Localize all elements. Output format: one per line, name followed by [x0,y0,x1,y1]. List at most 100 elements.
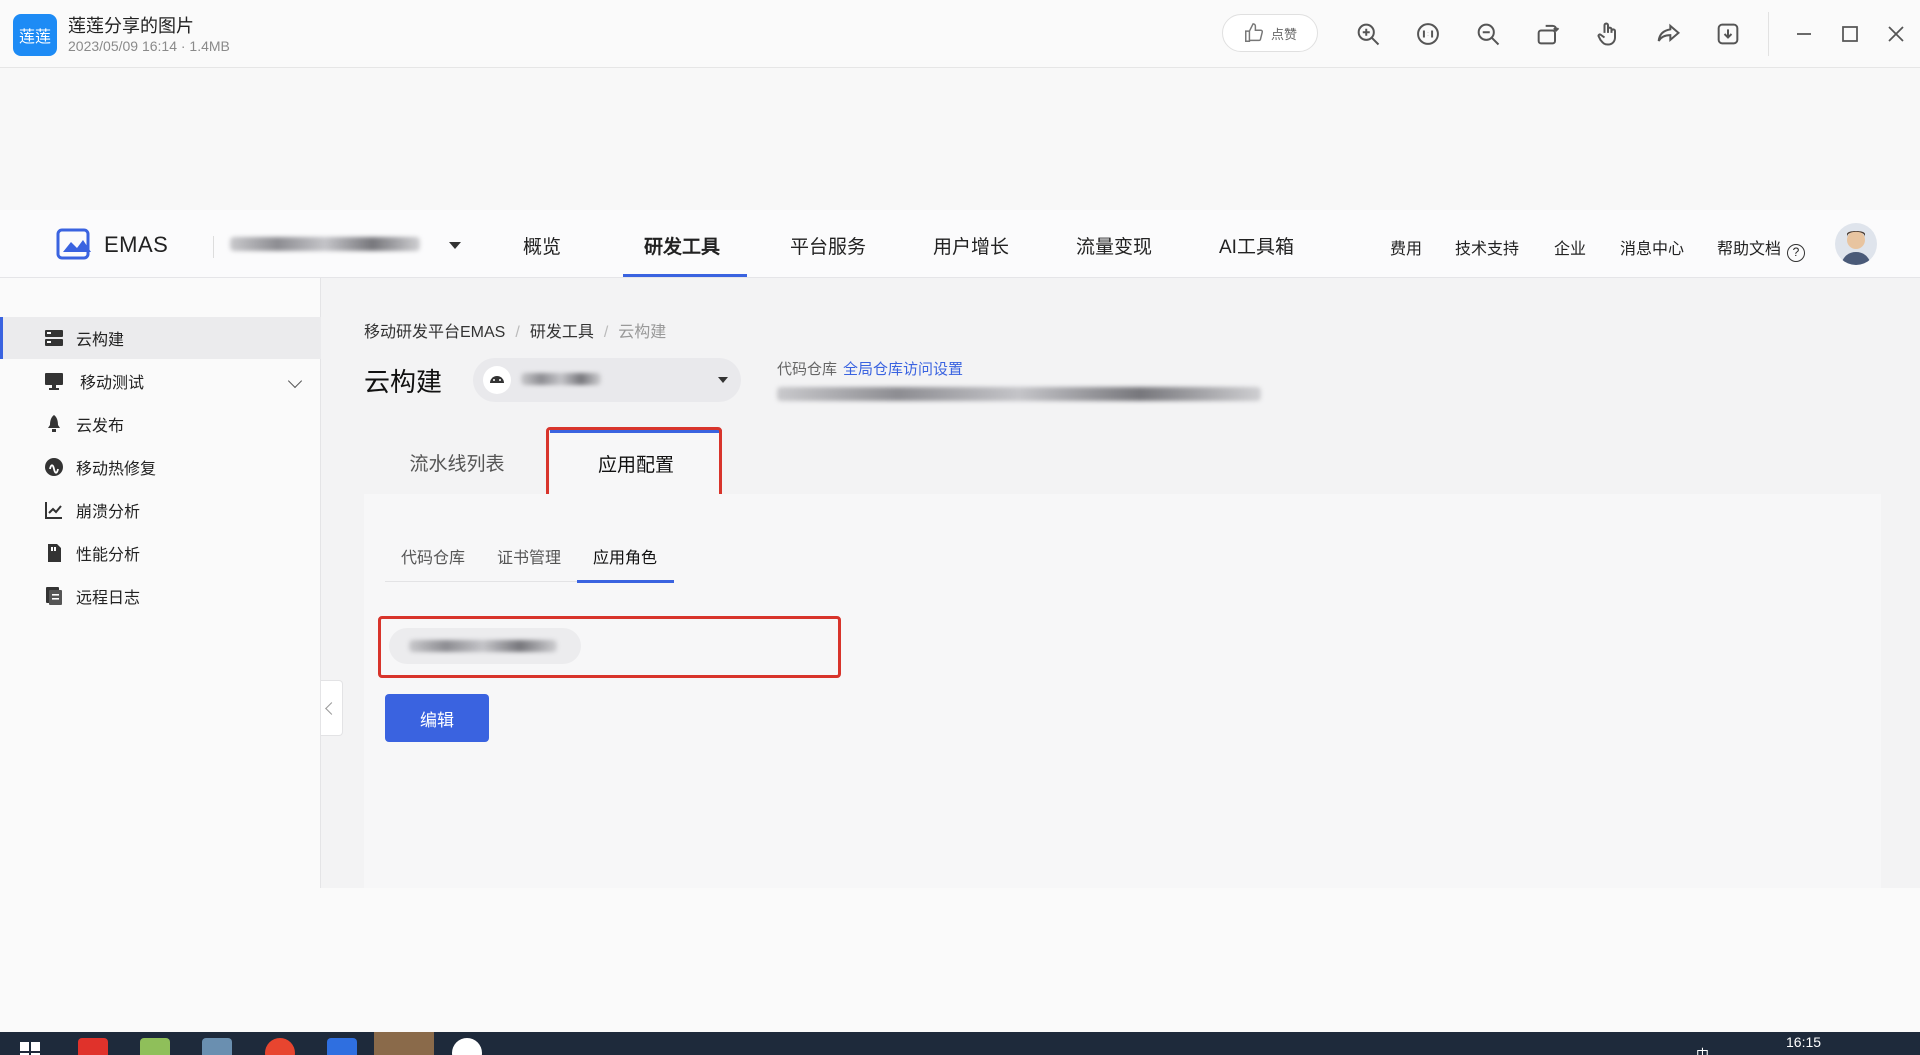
repo-info: 代码仓库 全局仓库访问设置 [777,358,963,379]
breadcrumb-item[interactable]: 移动研发平台EMAS [364,324,505,341]
breadcrumb: 移动研发平台EMAS / 研发工具 / 云构建 [364,318,666,342]
maximize-icon[interactable] [1836,20,1864,48]
link-message-center[interactable]: 消息中心 [1620,235,1684,259]
taskbar-app-notes-icon[interactable] [140,1038,170,1055]
sidebar-item-cloud-build[interactable]: 云构建 [0,317,321,359]
nav-separator [213,236,214,258]
zoom-out-icon[interactable] [1474,20,1502,48]
viewer-canvas-bottom [0,888,1920,1032]
sidebar-item-cloud-release[interactable]: 云发布 [0,403,321,445]
sidebar-collapse-button[interactable] [321,680,343,736]
active-nav-indicator [623,274,747,277]
active-subtab-indicator [577,580,674,583]
sidebar-item-remote-log[interactable]: 远程日志 [0,575,321,617]
emas-logo-icon [56,228,91,260]
help-docs-label: 帮助文档 [1717,241,1782,258]
nav-dev-tools[interactable]: 研发工具 [644,232,720,259]
app-config-panel: 代码仓库 证书管理 应用角色 编辑 [364,494,1881,888]
help-question-icon: ? [1787,244,1806,262]
repo-url-blurred [777,387,1261,401]
taskbar-app-im-icon[interactable] [327,1038,357,1055]
page-title: 云构建 [364,367,443,397]
share-icon[interactable] [1654,20,1682,48]
link-billing[interactable]: 费用 [1390,235,1422,259]
taskbar-app-chrome-icon[interactable] [265,1038,295,1055]
link-help-docs[interactable]: 帮助文档? [1717,235,1806,262]
repo-label: 代码仓库 [777,361,838,378]
sidebar: 云构建 移动测试 云发布 移动热修复 崩溃分析 性能分析 远程日志 [0,278,321,888]
edit-button[interactable]: 编辑 [385,694,489,742]
tray-ime-indicator[interactable]: 中 [1696,1044,1709,1055]
sidebar-label: 云构建 [76,332,125,349]
project-name-blurred [230,237,420,251]
caret-down-icon [449,242,461,249]
viewer-app-logo: 莲莲 [13,14,57,56]
breadcrumb-separator: / [515,324,520,341]
taskbar-app-yd-icon[interactable] [78,1038,108,1055]
nav-user-growth[interactable]: 用户增长 [933,232,1009,259]
rotate-icon[interactable] [1534,20,1562,48]
nav-ai-toolbox[interactable]: AI工具箱 [1219,232,1294,259]
log-icon [46,587,62,605]
sidebar-label: 云发布 [76,418,125,435]
nav-overview[interactable]: 概览 [523,232,561,259]
highlight-box-role [378,616,841,678]
nav-monetization[interactable]: 流量变现 [1076,232,1152,259]
nav-platform-services[interactable]: 平台服务 [790,232,866,259]
hotfix-icon [45,458,63,476]
zoom-in-icon[interactable] [1354,20,1382,48]
breadcrumb-item[interactable]: 研发工具 [530,324,594,341]
project-selector[interactable] [230,232,461,256]
sidebar-item-performance[interactable]: 性能分析 [0,532,321,574]
user-avatar[interactable] [1835,223,1877,265]
app-selector[interactable] [473,358,741,402]
windows-start-icon[interactable] [20,1042,40,1055]
actual-size-icon[interactable] [1414,20,1442,48]
sidebar-item-hotfix[interactable]: 移动热修复 [0,446,321,488]
server-icon [45,330,63,346]
download-icon[interactable] [1714,20,1742,48]
monitor-icon [45,373,63,390]
minimize-icon[interactable] [1790,20,1818,48]
sidebar-item-crash-analysis[interactable]: 崩溃分析 [0,489,321,531]
top-navigation: EMAS 概览 研发工具 平台服务 用户增长 流量变现 AI工具箱 费用 技术支… [0,210,1920,278]
hand-icon[interactable] [1594,20,1622,48]
sidebar-label: 远程日志 [76,590,141,607]
global-repo-access-link[interactable]: 全局仓库访问设置 [843,361,963,378]
caret-down-icon [718,377,728,383]
crash-chart-icon [45,502,62,519]
taskbar-app-browser-icon[interactable] [452,1038,482,1055]
viewer-title-bar: 莲莲 莲莲分享的图片 2023/05/09 16:14 · 1.4MB 点赞 [0,0,1920,68]
thumbs-up-icon [1245,23,1264,42]
subtab-code-repo[interactable]: 代码仓库 [401,544,465,568]
tab-pipeline-list[interactable]: 流水线列表 [364,430,550,494]
chevron-down-icon[interactable] [287,373,303,389]
image-meta: 2023/05/09 16:14 · 1.4MB [68,38,230,54]
sidebar-label: 崩溃分析 [76,504,141,521]
emas-console-screenshot: EMAS 概览 研发工具 平台服务 用户增长 流量变现 AI工具箱 费用 技术支… [0,210,1920,888]
brand-name: EMAS [104,232,169,257]
breadcrumb-separator: / [603,324,609,341]
breadcrumb-current: 云构建 [618,324,667,341]
like-button[interactable]: 点赞 [1222,14,1318,52]
image-title: 莲莲分享的图片 [68,16,194,36]
rocket-icon [48,415,60,432]
sidebar-label: 移动热修复 [76,461,157,478]
close-icon[interactable] [1882,20,1910,48]
taskbar-app-calculator-icon[interactable] [202,1038,232,1055]
link-enterprise[interactable]: 企业 [1554,235,1586,259]
taskbar-clock[interactable]: 16:15 [1786,1034,1821,1050]
link-tech-support[interactable]: 技术支持 [1455,235,1519,259]
sidebar-label: 移动测试 [80,375,145,392]
subtab-cert-management[interactable]: 证书管理 [497,544,561,568]
taskbar-app-viewer-active[interactable] [374,1032,434,1055]
android-icon [490,376,504,383]
app-name-blurred [521,373,601,385]
toolbar-divider [1768,12,1769,56]
android-badge [483,366,511,394]
windows-taskbar: 中 16:15 [0,1032,1920,1055]
subtab-app-role[interactable]: 应用角色 [593,544,657,568]
avatar-face-icon [1841,231,1871,265]
sidebar-item-mobile-test[interactable]: 移动测试 [0,360,321,402]
like-label: 点赞 [1270,26,1297,42]
